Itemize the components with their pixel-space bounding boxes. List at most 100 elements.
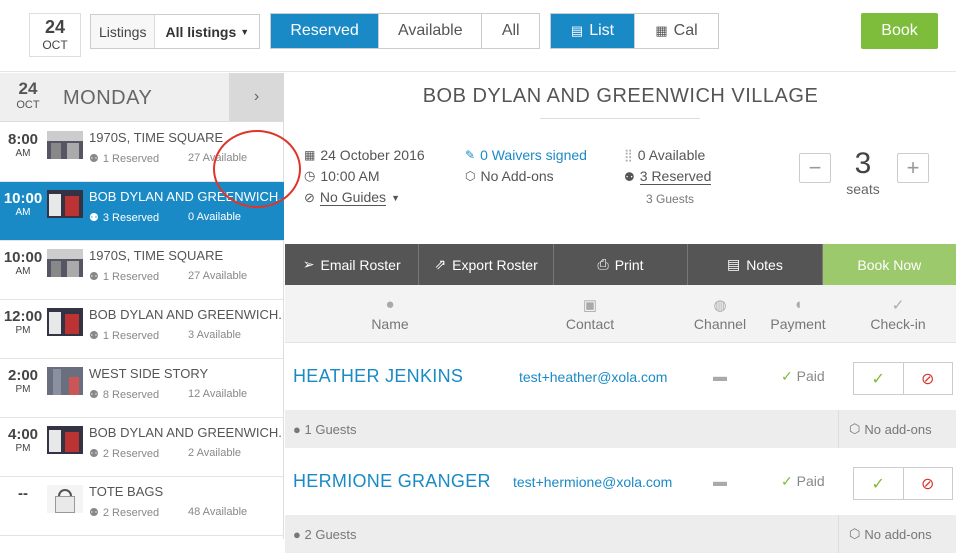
slot-time-value: 8:00 (7, 131, 39, 148)
schedule-slot[interactable]: 4:00 PM BOB DYLAN AND GREENWICH... ⚉ 2 Res… (0, 418, 284, 477)
check-in-button[interactable]: ✓ (854, 363, 904, 394)
schedule-slot[interactable]: 2:00 PM WEST SIDE STORY ⚉ 8 Reserved 12 Av… (0, 359, 284, 418)
slot-reserved-text: 2 Reserved (102, 506, 160, 519)
payment-status-text: Paid (796, 473, 825, 489)
check-in-button[interactable]: ✓ (854, 468, 904, 499)
book-now-button[interactable]: Book Now (822, 244, 956, 285)
listings-select[interactable]: All listings ▼ (155, 24, 259, 40)
payment-status: ✓ Paid (781, 368, 825, 385)
column-payment[interactable]: ◖ Payment (765, 285, 831, 343)
no-show-button[interactable]: ⊘ (904, 468, 953, 499)
briefcase-icon: ▬ (713, 368, 727, 384)
guest-email[interactable]: test+heather@xola.com (519, 369, 667, 385)
slot-reserved-text: 2 Reserved (102, 447, 160, 460)
listings-filter[interactable]: Listings All listings ▼ (90, 14, 261, 49)
print-label: Print (614, 256, 644, 273)
group-icon: ⚉ (89, 212, 99, 224)
guest-count-text: 2 Guests (304, 527, 357, 542)
calendar-icon: ▦ (304, 148, 316, 162)
notes-label: Notes (746, 256, 783, 273)
guest-name[interactable]: HERMIONE GRANGER (293, 471, 491, 492)
tab-cal[interactable]: ▦ Cal (635, 14, 718, 48)
date-picker[interactable]: 24 OCT (29, 13, 81, 57)
column-checkin[interactable]: ✓ Check-in (863, 285, 933, 343)
schedule-slot[interactable]: -- TOTE BAGS ⚉ 2 Reserved 48 Available (0, 477, 284, 536)
schedule-slot[interactable]: 10:00 AM 1970S, TIME SQUARE ⚉ 1 Reserved 2… (0, 241, 284, 300)
next-day-button[interactable]: › (229, 73, 284, 121)
export-roster-button[interactable]: ⇗ Export Roster (419, 244, 554, 285)
tab-all[interactable]: All (482, 14, 539, 48)
slot-reserved-text: 3 Reserved (102, 211, 160, 224)
group-icon: ⚉ (89, 153, 99, 165)
day-header: 24 OCT MONDAY › (0, 73, 284, 122)
addons-text: No Add-ons (480, 168, 554, 184)
tab-list[interactable]: ▤ List (551, 14, 635, 48)
no-show-button[interactable]: ⊘ (904, 363, 953, 394)
payment-status: ✓ Paid (781, 473, 825, 490)
column-channel-label: Channel (693, 316, 747, 332)
waivers-link[interactable]: ✎ 0 Waivers signed (465, 147, 587, 163)
slot-ampm: PM (15, 325, 31, 336)
group-icon: ⚉ (89, 507, 99, 519)
column-name-label: Name (371, 316, 409, 332)
check-icon: ✓ (891, 297, 905, 314)
slot-time: 12:00 PM (0, 309, 46, 337)
slot-reserved-text: 1 Reserved (102, 329, 160, 342)
tab-available[interactable]: Available (379, 14, 483, 48)
reserved-count[interactable]: ⚉ 3 Reserved (624, 168, 712, 185)
guest-row: HERMIONE GRANGER test+hermione@xola.com … (285, 449, 956, 515)
guest-addons[interactable]: ⬡ No add-ons (838, 410, 956, 448)
slot-available: 0 Available (188, 211, 242, 223)
event-time: ◷ 10:00 AM (304, 168, 380, 184)
piggy-bank-icon: ◖ (793, 296, 803, 313)
reservation-filter-tabs: Reserved Available All (270, 13, 540, 49)
guides-dropdown[interactable]: ⊘ No Guides ▼ (304, 189, 400, 206)
email-roster-button[interactable]: ➢ Email Roster (285, 244, 420, 285)
slot-title: BOB DYLAN AND GREENWICH... (89, 307, 281, 322)
slot-reserved-text: 8 Reserved (102, 388, 160, 401)
slot-thumbnail (47, 131, 83, 159)
slot-thumbnail (47, 308, 83, 336)
tab-reserved[interactable]: Reserved (271, 14, 380, 48)
slot-time: 10:00 AM (0, 250, 46, 278)
slot-time: -- (0, 486, 46, 502)
schedule-sidebar: 24 OCT MONDAY › 8:00 AM 1970S, TIME SQUAR… (0, 73, 301, 539)
guests-count: 3 Guests (646, 192, 695, 206)
slot-reserved: ⚉ 2 Reserved (89, 447, 160, 461)
schedule-slot[interactable]: 12:00 PM BOB DYLAN AND GREENWICH... ⚉ 1 Re… (0, 300, 284, 359)
seats-increment-button[interactable]: + (897, 153, 929, 183)
checkin-controls: ✓ ⊘ (853, 467, 953, 500)
slot-reserved: ⚉ 8 Reserved (89, 388, 160, 402)
slot-time-value: 10:00 (3, 249, 43, 266)
column-contact[interactable]: ▣ Contact (555, 285, 625, 343)
column-name[interactable]: ● Name (355, 285, 425, 343)
ban-icon: ⊘ (921, 370, 935, 388)
guest-name[interactable]: HEATHER JENKINS (293, 366, 463, 387)
slot-reserved: ⚉ 1 Reserved (89, 329, 160, 343)
slot-title: BOB DYLAN AND GREENWICH... (89, 425, 281, 440)
reserved-text: 3 Reserved (639, 168, 712, 185)
book-button[interactable]: Book (861, 13, 938, 49)
clock-icon: ◷ (304, 168, 316, 183)
payment-status-text: Paid (796, 368, 825, 384)
cube-icon: ⬡ (849, 421, 861, 436)
seats-decrement-button[interactable]: − (799, 153, 831, 183)
slot-ampm: PM (15, 384, 31, 395)
slot-ampm: PM (15, 443, 31, 454)
notes-button[interactable]: ▤ Notes (688, 244, 823, 285)
guest-addons[interactable]: ⬡ No add-ons (838, 515, 956, 553)
column-channel[interactable]: ◍ Channel (687, 285, 753, 343)
seats-label: seats (846, 181, 880, 197)
printer-icon: ⎙ (597, 256, 609, 272)
slot-reserved: ⚉ 3 Reserved (89, 211, 160, 225)
print-button[interactable]: ⎙ Print (553, 244, 689, 285)
slot-time: 4:00 PM (0, 427, 46, 455)
paper-plane-icon: ➢ (302, 256, 315, 272)
check-icon: ✓ (781, 368, 793, 384)
view-tabs: ▤ List ▦ Cal (550, 13, 719, 49)
guest-email[interactable]: test+hermione@xola.com (513, 474, 672, 490)
slot-thumbnail (47, 367, 83, 395)
slot-thumbnail (47, 426, 83, 454)
waivers-text: 0 Waivers signed (480, 147, 587, 163)
guides-text: No Guides (319, 189, 387, 206)
